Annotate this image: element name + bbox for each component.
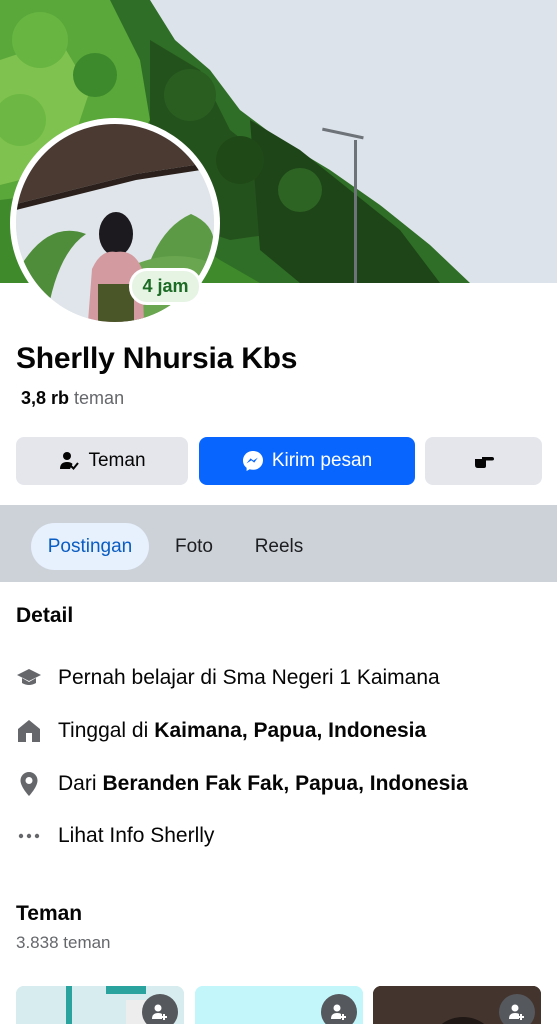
graduation-cap-icon <box>16 665 42 691</box>
detail-residence[interactable]: Tinggal di Kaimana, Papua, Indonesia <box>16 716 426 746</box>
detail-education[interactable]: Pernah belajar di Sma Negeri 1 Kaimana <box>16 663 440 693</box>
profile-name: Sherlly Nhursia Kbs <box>16 342 298 375</box>
see-info-text: Lihat Info Sherlly <box>58 824 215 847</box>
see-info-link[interactable]: Lihat Info Sherlly <box>16 821 214 851</box>
detail-hometown[interactable]: Dari Beranden Fak Fak, Papua, Indonesia <box>16 769 468 799</box>
home-icon <box>16 718 42 744</box>
detail-hometown-place: Beranden Fak Fak, Papua, Indonesia <box>102 772 468 795</box>
add-friend-icon[interactable] <box>142 994 178 1024</box>
send-message-label: Kirim pesan <box>271 450 373 471</box>
tab-reels[interactable]: Reels <box>242 523 316 570</box>
friend-card[interactable] <box>195 986 363 1024</box>
add-friend-icon[interactable] <box>321 994 357 1024</box>
tab-photos[interactable]: Foto <box>162 523 226 570</box>
story-time-badge[interactable]: 4 jam <box>129 268 202 305</box>
friends-section-count[interactable]: 3.838 teman <box>16 933 111 953</box>
friends-button[interactable]: Teman <box>16 437 188 485</box>
more-dots-icon <box>16 823 42 849</box>
detail-residence-prefix: Tinggal di <box>58 719 149 742</box>
pointing-hand-icon <box>473 450 495 472</box>
friends-count-label: teman <box>74 388 125 408</box>
messenger-icon <box>242 450 264 472</box>
send-message-button[interactable]: Kirim pesan <box>199 437 415 485</box>
location-pin-icon <box>16 771 42 797</box>
profile-tab-bar: Postingan Foto Reels <box>0 505 557 582</box>
friends-count-summary[interactable]: 3,8 rb teman <box>21 388 124 409</box>
friends-section-title: Teman <box>16 902 83 925</box>
friend-card[interactable] <box>16 986 184 1024</box>
poke-button[interactable] <box>425 437 542 485</box>
detail-hometown-prefix: Dari <box>58 772 97 795</box>
add-friend-icon[interactable] <box>499 994 535 1024</box>
tab-posts[interactable]: Postingan <box>31 523 149 570</box>
friends-button-label: Teman <box>88 450 146 471</box>
detail-section-title: Detail <box>16 604 74 627</box>
detail-education-text: Pernah belajar di Sma Negeri 1 Kaimana <box>58 666 440 689</box>
friend-card[interactable] <box>373 986 541 1024</box>
friends-count-value: 3,8 rb <box>21 388 70 408</box>
detail-residence-place: Kaimana, Papua, Indonesia <box>154 719 427 742</box>
person-check-icon <box>58 450 80 472</box>
